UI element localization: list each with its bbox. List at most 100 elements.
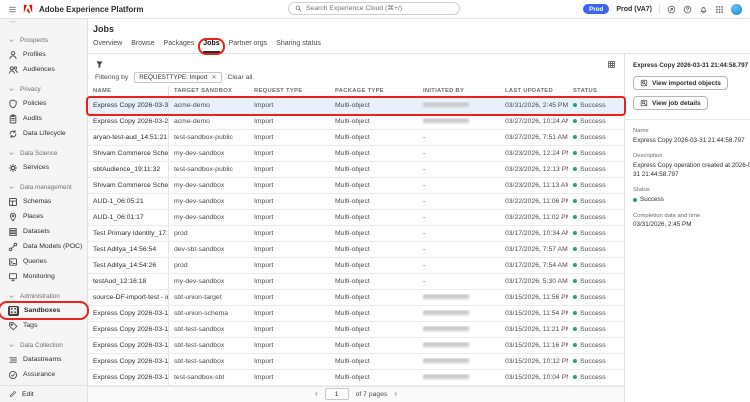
cell-last-updated: 03/17/2026, 10:34 AM	[505, 229, 568, 237]
redacted-name	[423, 117, 469, 123]
sidebar-edit-label: Edit	[22, 390, 34, 398]
tab-packages[interactable]: Packages	[164, 40, 195, 53]
tab-partner-orgs[interactable]: Partner orgs	[229, 40, 268, 53]
sidebar-section-data-collection[interactable]: Data Collection	[0, 339, 87, 352]
sidebar-edit-button[interactable]: Edit	[0, 385, 87, 402]
sidebar-item-policies[interactable]: Policies	[0, 96, 87, 111]
sidebar-item-datastreams[interactable]: Datastreams	[0, 352, 87, 367]
cell-target-sandbox: sbt-test-sandbox	[174, 325, 225, 333]
table-row[interactable]: Express Copy 2026-03-16 0... sbt-test-san…	[88, 321, 624, 338]
clear-all-filters[interactable]: Clear all	[228, 74, 253, 81]
redacted-name	[423, 373, 469, 379]
sidebar-section-data-management[interactable]: Data management	[0, 181, 87, 194]
cell-request-type: Import	[254, 309, 274, 317]
sidebar-section-administration[interactable]: Administration	[0, 290, 87, 303]
tab-sharing-status[interactable]: Sharing status	[276, 40, 321, 53]
cell-target-sandbox: my-dev-sandbox	[174, 213, 225, 221]
filter-icon[interactable]	[95, 60, 104, 69]
sidebar-section-prospects[interactable]: Prospects	[0, 34, 87, 47]
tag-icon	[8, 321, 18, 331]
app-switcher-icon[interactable]	[715, 5, 724, 14]
sidebar-item-data-lifecycle[interactable]: Data Lifecycle	[0, 126, 87, 141]
sidebar-item-datasets[interactable]: Datasets	[0, 224, 87, 239]
global-search[interactable]	[288, 2, 460, 15]
column-settings-icon[interactable]	[607, 60, 616, 69]
table-row[interactable]: Test Aditya_14:56:54 dev-sbt-sandbox Impor…	[88, 241, 624, 258]
sidebar-item-queries[interactable]: Queries	[0, 254, 87, 269]
redacted-name	[423, 309, 469, 315]
sidebar-item-data-models-poc[interactable]: Data Models (POC)	[0, 239, 87, 254]
status-text: Success	[580, 341, 606, 349]
sidebar-item-places[interactable]: Places	[0, 209, 87, 224]
sidebar-item-tags[interactable]: Tags	[0, 318, 87, 333]
cell-initiated-by: -	[423, 213, 426, 221]
tab-jobs[interactable]: Jobs	[203, 40, 220, 53]
column-header-target-sandbox[interactable]: TARGET SANDBOX	[169, 88, 249, 94]
table-row[interactable]: Shivam Commerce Schema... my-dev-sandbox I…	[88, 145, 624, 162]
table-row[interactable]: Express Copy 2026-03-16 0... sbt-union-sc…	[88, 305, 624, 322]
cell-status: Success	[568, 310, 624, 317]
sidebar-item-audits[interactable]: Audits	[0, 111, 87, 126]
cell-package-type: Multi-object	[335, 373, 370, 381]
cell-initiated-by: -	[423, 165, 426, 173]
tab-overview[interactable]: Overview	[93, 40, 122, 53]
remove-filter-icon[interactable]: ✕	[211, 74, 216, 81]
column-header-status[interactable]: STATUS	[568, 88, 624, 94]
sidebar-item-assurance[interactable]: Assurance	[0, 367, 87, 382]
table-row[interactable]: AUD-1_06:01:17 my-dev-sandbox Import Multi-…	[88, 209, 624, 226]
table-row[interactable]: Express Copy 2026-03-16 0... sbt-test-san…	[88, 337, 624, 354]
sidebar-item-label: Profiles	[23, 51, 46, 58]
table-row[interactable]: AUD-1_06:05:21 my-dev-sandbox Import Multi-…	[88, 193, 624, 210]
table-row[interactable]: source-DF-import-test - im... sbt-union-t…	[88, 289, 624, 306]
help-icon[interactable]	[683, 5, 692, 14]
column-header-initiated-by[interactable]: INITIATED BY	[418, 88, 500, 94]
view-job-details-button[interactable]: View job details	[633, 96, 708, 110]
chevron-down-icon	[8, 293, 15, 300]
column-header-name[interactable]: NAME	[88, 85, 169, 97]
table-row[interactable]: Express Copy 2026-03-27 17... acme-demo Im…	[88, 113, 624, 130]
redacted-name	[423, 293, 469, 299]
sidebar-item-partial	[0, 20, 87, 28]
table-row[interactable]: testAud_12:16:18 my-dev-sandbox Import Mult…	[88, 273, 624, 290]
column-header-last-updated[interactable]: LAST UPDATED	[500, 88, 568, 94]
table-row[interactable]: Test Aditya_14:54:26 prod Import Multi-obje…	[88, 257, 624, 274]
previous-page-icon[interactable]: ‹	[315, 390, 318, 398]
sidebar-section-privacy[interactable]: Privacy	[0, 83, 87, 96]
page-number-input[interactable]	[324, 388, 349, 401]
sidebar-item-services[interactable]: Services	[0, 160, 87, 175]
sidebar-section-data-science[interactable]: Data Science	[0, 147, 87, 160]
column-header-package-type[interactable]: PACKAGE TYPE	[330, 88, 418, 94]
table-row[interactable]: Test Primary Identity_17:33:32 prod Import…	[88, 225, 624, 242]
sidebar-item-profiles[interactable]: Profiles	[0, 47, 87, 62]
column-header-request-type[interactable]: REQUEST TYPE	[249, 88, 330, 94]
environment-label[interactable]: Prod (VA7)	[616, 6, 652, 13]
person-icon	[8, 50, 18, 60]
cell-request-type: Import	[254, 293, 274, 301]
search-input[interactable]	[306, 5, 453, 12]
table-row[interactable]: sbtAudience_19:11:32 test-sandbox-public I…	[88, 161, 624, 178]
table-row[interactable]: aryan-test-aud_14:51:21 test-sandbox-publ…	[88, 129, 624, 146]
sidebar-item-sandboxes[interactable]: Sandboxes	[0, 303, 87, 318]
table-row-selected[interactable]: Express Copy 2026-03-31 21... acme-demo Im…	[88, 97, 624, 114]
sidebar-item-schemas[interactable]: Schemas	[0, 194, 87, 209]
field-value: Express Copy 2026-03-31 21:44:58.797	[633, 136, 745, 144]
table-row[interactable]: Shivam Commerce Schema... my-dev-sandbox I…	[88, 177, 624, 194]
cell-name: Express Copy 2026-03-16 0...	[88, 369, 169, 385]
table-row[interactable]: Express Copy 2026-03-16 0... test-sandbox…	[88, 369, 624, 386]
view-imported-objects-button[interactable]: View imported objects	[633, 76, 728, 90]
environment-badge[interactable]: Prod	[583, 4, 610, 14]
cell-package-type: Multi-object	[335, 197, 370, 205]
cell-last-updated: 03/22/2026, 11:02 PM	[505, 213, 568, 221]
filter-chip[interactable]: REQUESTTYPE: Import ✕	[134, 72, 222, 84]
hamburger-menu-icon[interactable]	[8, 5, 17, 14]
user-avatar[interactable]	[731, 3, 742, 15]
table-row[interactable]: Express Copy 2026-03-16 0... sbt-test-san…	[88, 353, 624, 370]
tab-browse[interactable]: Browse	[131, 40, 154, 53]
topbar-actions: Prod Prod (VA7)	[583, 3, 742, 15]
notifications-icon[interactable]	[699, 5, 708, 14]
feedback-icon[interactable]	[667, 5, 676, 14]
sidebar-item-audiences[interactable]: Audiences	[0, 62, 87, 77]
sidebar-item-monitoring[interactable]: Monitoring	[0, 269, 87, 284]
cell-status: Success	[568, 214, 624, 221]
next-page-icon[interactable]: ›	[394, 390, 397, 398]
